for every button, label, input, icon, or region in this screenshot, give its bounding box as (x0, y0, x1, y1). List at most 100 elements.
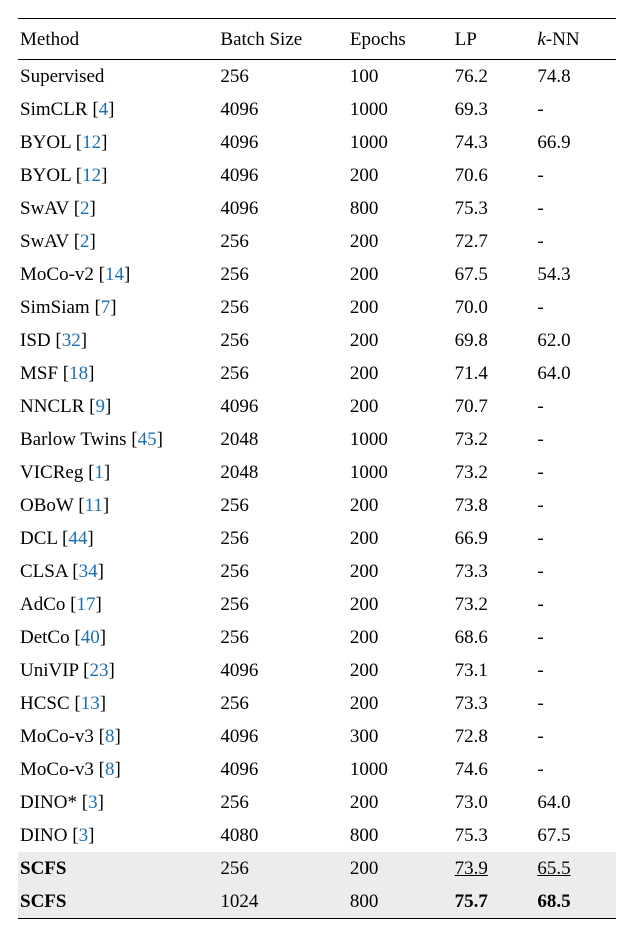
cell-knn: - (531, 291, 616, 324)
cell-lp: 72.7 (449, 225, 532, 258)
cell-lp: 73.9 (449, 852, 532, 885)
cell-knn: 64.0 (531, 786, 616, 819)
cell-knn: - (531, 753, 616, 786)
method-name: MSF (20, 363, 63, 384)
cell-batch: 2048 (214, 423, 343, 456)
header-method: Method (18, 19, 214, 60)
cell-lp: 69.3 (449, 93, 532, 126)
method-name: CLSA (20, 561, 72, 582)
citation-link[interactable]: 2 (80, 231, 90, 252)
citation-link[interactable]: 18 (69, 363, 88, 384)
method-name: SCFS (20, 858, 66, 879)
citation-link[interactable]: 2 (80, 198, 90, 219)
cell-lp: 70.0 (449, 291, 532, 324)
cell-method: NNCLR [9] (18, 390, 214, 423)
citation-link[interactable]: 34 (79, 561, 98, 582)
table-row: MoCo-v2 [14]25620067.554.3 (18, 258, 616, 291)
citation-link[interactable]: 12 (82, 165, 101, 186)
citation-link[interactable]: 17 (76, 594, 95, 615)
cell-batch: 4096 (214, 753, 343, 786)
cell-batch: 4096 (214, 654, 343, 687)
cell-knn: - (531, 555, 616, 588)
cell-method: AdCo [17] (18, 588, 214, 621)
citation-link[interactable]: 8 (105, 726, 115, 747)
table-row: SimSiam [7]25620070.0- (18, 291, 616, 324)
cell-epochs: 200 (344, 555, 449, 588)
cell-knn: - (531, 192, 616, 225)
cell-batch: 256 (214, 522, 343, 555)
table-row: AdCo [17]25620073.2- (18, 588, 616, 621)
citation-link[interactable]: 14 (105, 264, 124, 285)
cell-batch: 2048 (214, 456, 343, 489)
cell-batch: 4096 (214, 720, 343, 753)
cell-epochs: 1000 (344, 126, 449, 159)
cell-epochs: 200 (344, 621, 449, 654)
cell-knn: - (531, 522, 616, 555)
table-row: UniVIP [23]409620073.1- (18, 654, 616, 687)
cell-lp: 76.2 (449, 60, 532, 94)
cell-batch: 4096 (214, 126, 343, 159)
citation-link[interactable]: 3 (79, 825, 89, 846)
cell-epochs: 200 (344, 159, 449, 192)
cell-lp: 75.7 (449, 885, 532, 919)
citation-link[interactable]: 3 (88, 792, 98, 813)
cell-epochs: 1000 (344, 456, 449, 489)
cell-lp: 67.5 (449, 258, 532, 291)
table-row: HCSC [13]25620073.3- (18, 687, 616, 720)
cell-batch: 256 (214, 324, 343, 357)
cell-knn: 67.5 (531, 819, 616, 852)
header-row: Method Batch Size Epochs LP k-NN (18, 19, 616, 60)
citation-link[interactable]: 1 (94, 462, 104, 483)
cell-epochs: 800 (344, 819, 449, 852)
table-row: SCFS102480075.768.5 (18, 885, 616, 919)
cell-knn: - (531, 654, 616, 687)
citation-link[interactable]: 9 (95, 396, 105, 417)
table-row: VICReg [1]2048100073.2- (18, 456, 616, 489)
table-row: MSF [18]25620071.464.0 (18, 357, 616, 390)
cell-knn: 64.0 (531, 357, 616, 390)
cell-epochs: 200 (344, 324, 449, 357)
table-row: Barlow Twins [45]2048100073.2- (18, 423, 616, 456)
citation-link[interactable]: 44 (68, 528, 87, 549)
citation-link[interactable]: 32 (62, 330, 81, 351)
method-name: Supervised (20, 66, 104, 87)
table-row: MoCo-v3 [8]409630072.8- (18, 720, 616, 753)
citation-link[interactable]: 12 (82, 132, 101, 153)
table-row: SwAV [2]25620072.7- (18, 225, 616, 258)
cell-method: MoCo-v3 [8] (18, 753, 214, 786)
table-row: BYOL [12]409620070.6- (18, 159, 616, 192)
citation-link[interactable]: 11 (85, 495, 103, 516)
cell-epochs: 1000 (344, 753, 449, 786)
cell-batch: 4096 (214, 93, 343, 126)
method-name: UniVIP (20, 660, 83, 681)
table-row: NNCLR [9]409620070.7- (18, 390, 616, 423)
cell-batch: 256 (214, 621, 343, 654)
citation-link[interactable]: 40 (81, 627, 100, 648)
citation-link[interactable]: 23 (90, 660, 109, 681)
cell-lp: 73.1 (449, 654, 532, 687)
cell-batch: 256 (214, 588, 343, 621)
citation-link[interactable]: 7 (101, 297, 111, 318)
cell-knn: - (531, 390, 616, 423)
cell-lp: 68.6 (449, 621, 532, 654)
cell-lp: 73.2 (449, 423, 532, 456)
method-name: MoCo-v3 (20, 726, 99, 747)
cell-batch: 256 (214, 489, 343, 522)
cell-knn: - (531, 687, 616, 720)
citation-link[interactable]: 4 (99, 99, 109, 120)
citation-link[interactable]: 8 (105, 759, 115, 780)
cell-batch: 4096 (214, 192, 343, 225)
cell-method: SimSiam [7] (18, 291, 214, 324)
cell-lp: 73.3 (449, 687, 532, 720)
citation-link[interactable]: 45 (138, 429, 157, 450)
cell-knn: 68.5 (531, 885, 616, 919)
header-knn: k-NN (531, 19, 616, 60)
cell-method: UniVIP [23] (18, 654, 214, 687)
table-row: ISD [32]25620069.862.0 (18, 324, 616, 357)
cell-lp: 75.3 (449, 192, 532, 225)
method-name: OBoW (20, 495, 78, 516)
cell-knn: - (531, 225, 616, 258)
method-name: VICReg (20, 462, 88, 483)
cell-method: SwAV [2] (18, 192, 214, 225)
citation-link[interactable]: 13 (81, 693, 100, 714)
